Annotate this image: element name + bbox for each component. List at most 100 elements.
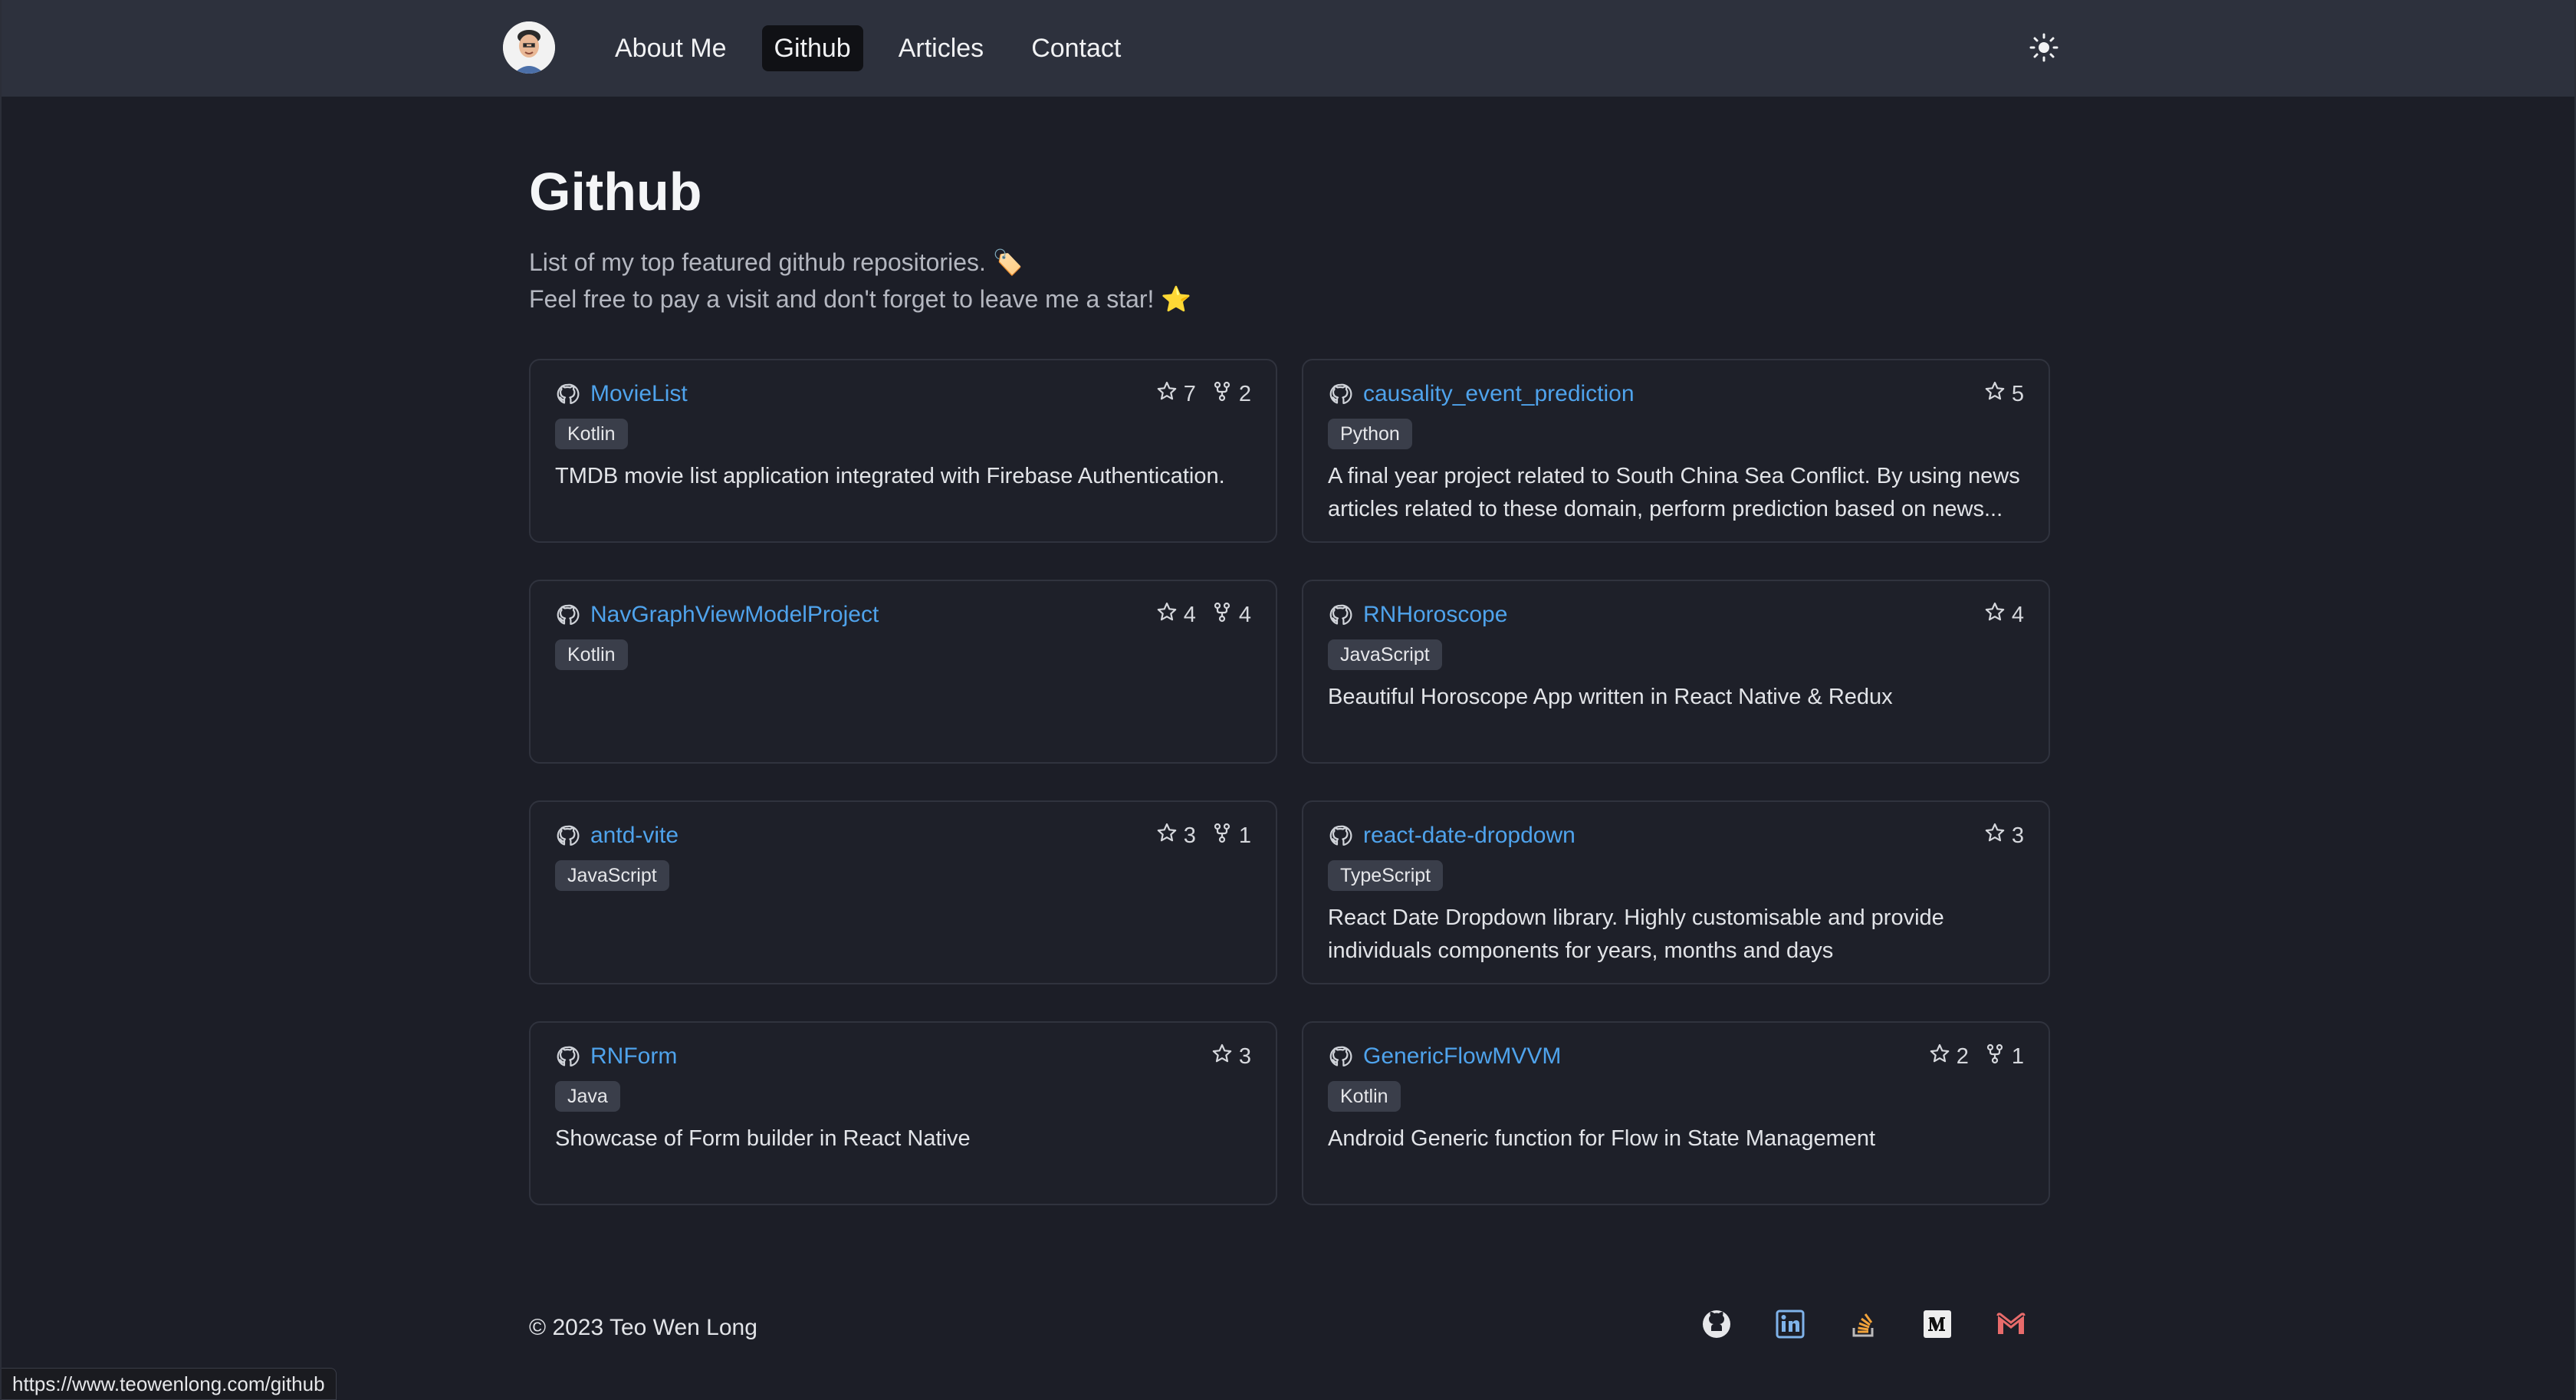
repo-counts: 3 [1211, 1043, 1251, 1070]
star-count-value: 2 [1956, 1043, 1969, 1069]
github-link[interactable] [1700, 1308, 1733, 1340]
repo-card[interactable]: RNHoroscope 4 JavaScript Beautiful Horoscop… [1302, 580, 2050, 764]
page-title: Github [529, 162, 702, 222]
language-badge: JavaScript [1328, 639, 1442, 670]
star-icon [1984, 380, 2006, 408]
repo-counts: 21 [1929, 1043, 2024, 1070]
repo-card[interactable]: react-date-dropdown 3 TypeScript React Date… [1302, 800, 2050, 984]
language-badge: TypeScript [1328, 860, 1444, 891]
repo-name-link[interactable]: RNHoroscope [1363, 602, 1507, 628]
page: About Me Github Articles Contact Github … [0, 0, 2576, 1400]
footer-copyright: © 2023 Teo Wen Long [529, 1315, 757, 1340]
star-icon [1929, 1043, 1950, 1070]
star-count: 3 [1211, 1043, 1251, 1070]
repo-name-link[interactable]: MovieList [590, 381, 688, 407]
repo-card[interactable]: antd-vite 3 1 JavaScript [529, 800, 1277, 984]
repo-description: Android Generic function for Flow in Sta… [1328, 1126, 1876, 1151]
fork-count: 1 [1211, 822, 1251, 850]
repo-description: TMDB movie list application integrated w… [555, 464, 1225, 488]
repo-name-link[interactable]: GenericFlowMVVM [1363, 1043, 1561, 1070]
linkedin-icon [1776, 1310, 1805, 1339]
repo-counts: 4 [1984, 601, 2024, 629]
star-count: 4 [1156, 601, 1196, 629]
language-badge: Kotlin [555, 639, 628, 670]
repo-card-header: antd-vite 3 1 [555, 819, 1251, 853]
repo-card-header: RNForm 3 [555, 1040, 1251, 1073]
intro-line-2: Feel free to pay a visit and don't forge… [529, 285, 1192, 313]
stackoverflow-link[interactable] [1848, 1308, 1880, 1340]
repo-card[interactable]: RNForm 3 Java Showcase of Form builder in R… [529, 1021, 1277, 1205]
avatar-face-icon [503, 21, 555, 74]
repo-description: React Date Dropdown library. Highly cust… [1328, 905, 1944, 963]
repo-card-header: GenericFlowMVVM 2 1 [1328, 1040, 2024, 1073]
star-count-value: 3 [2011, 823, 2024, 848]
github-repo-icon [555, 823, 580, 848]
fork-icon [1211, 601, 1233, 629]
star-icon [1984, 822, 2006, 850]
repo-card[interactable]: MovieList 7 2 Kotlin TMDB movie list applica… [529, 359, 1277, 543]
repo-name-link[interactable]: antd-vite [590, 823, 678, 849]
repo-card-header: react-date-dropdown 3 [1328, 819, 2024, 853]
fork-count: 1 [1984, 1043, 2024, 1070]
github-icon [1703, 1310, 1730, 1338]
language-badge: Kotlin [1328, 1081, 1401, 1112]
repo-card-header: RNHoroscope 4 [1328, 598, 2024, 632]
star-icon [1156, 601, 1178, 629]
gmail-link[interactable] [1995, 1308, 2027, 1340]
star-count-value: 4 [2011, 602, 2024, 627]
github-repo-icon [555, 382, 580, 406]
fork-icon [1984, 1043, 2006, 1070]
github-repo-icon [1328, 603, 1352, 627]
gmail-icon [1996, 1313, 2026, 1334]
star-count-value: 4 [1183, 602, 1196, 627]
intro-text: List of my top featured github repositor… [529, 244, 1191, 317]
language-badge: JavaScript [555, 860, 669, 891]
fork-icon [1211, 380, 1233, 408]
repo-name-link[interactable]: NavGraphViewModelProject [590, 602, 879, 628]
star-count-value: 3 [1238, 1043, 1251, 1069]
fork-count-value: 4 [1238, 602, 1251, 627]
nav-github[interactable]: Github [761, 25, 863, 71]
star-count-value: 3 [1183, 823, 1196, 848]
repo-counts: 72 [1156, 380, 1251, 408]
star-icon [1156, 822, 1178, 850]
linkedin-link[interactable] [1774, 1308, 1806, 1340]
intro-line-1: List of my top featured github repositor… [529, 248, 1024, 276]
repo-card-header: causality_event_prediction 5 [1328, 377, 2024, 411]
repo-name-link[interactable]: causality_event_prediction [1363, 381, 1635, 407]
repo-card[interactable]: GenericFlowMVVM 2 1 Kotlin Android Generic f… [1302, 1021, 2050, 1205]
github-repo-icon [555, 603, 580, 627]
repo-card[interactable]: NavGraphViewModelProject 4 4 Kotlin [529, 580, 1277, 764]
repo-card[interactable]: causality_event_prediction 5 Python A final… [1302, 359, 2050, 543]
nav-contact[interactable]: Contact [1019, 25, 1133, 71]
repo-description: A final year project related to South Ch… [1328, 464, 2020, 521]
github-repo-icon [555, 1044, 580, 1069]
medium-link[interactable] [1921, 1308, 1953, 1340]
fork-count: 4 [1211, 601, 1251, 629]
repo-name-link[interactable]: react-date-dropdown [1363, 823, 1576, 849]
repo-counts: 5 [1984, 380, 2024, 408]
github-repo-icon [1328, 1044, 1352, 1069]
repo-counts: 31 [1156, 822, 1251, 850]
top-navbar: About Me Github Articles Contact [2, 0, 2574, 97]
language-badge: Kotlin [555, 419, 628, 449]
sun-icon [2029, 33, 2058, 62]
fork-count-value: 1 [2011, 1043, 2024, 1069]
theme-toggle-button[interactable] [2026, 29, 2062, 66]
repo-counts: 3 [1984, 822, 2024, 850]
language-badge: Java [555, 1081, 620, 1112]
repo-name-link[interactable]: RNForm [590, 1043, 677, 1070]
avatar[interactable] [503, 21, 555, 74]
status-bar-url: https://www.teowenlong.com/github [2, 1368, 337, 1400]
repo-description: Showcase of Form builder in React Native [555, 1126, 971, 1151]
repo-card-header: MovieList 7 2 [555, 377, 1251, 411]
fork-count-value: 1 [1238, 823, 1251, 848]
nav-about-me[interactable]: About Me [603, 25, 739, 71]
main-nav: About Me Github Articles Contact [603, 25, 1133, 72]
nav-articles[interactable]: Articles [886, 25, 996, 71]
repo-description: Beautiful Horoscope App written in React… [1328, 685, 1893, 709]
medium-icon [1924, 1310, 1951, 1338]
star-count-value: 5 [2011, 381, 2024, 406]
star-count: 3 [1156, 822, 1196, 850]
github-repo-icon [1328, 382, 1352, 406]
